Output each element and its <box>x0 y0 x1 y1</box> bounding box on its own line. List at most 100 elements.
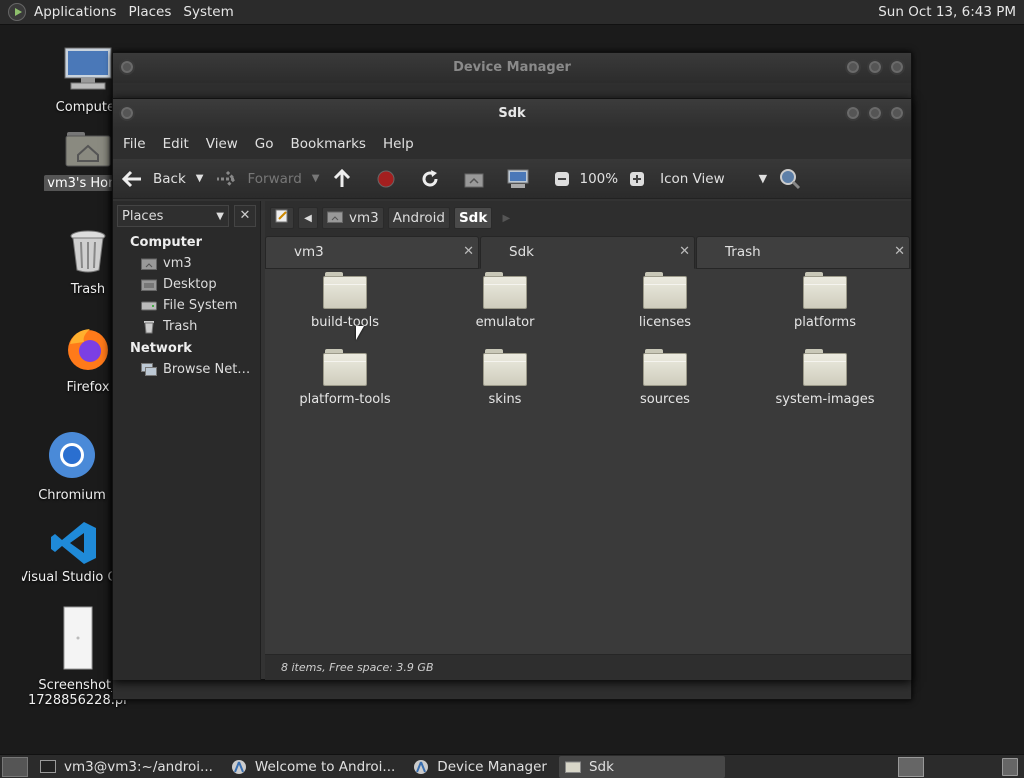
minimize-button[interactable] <box>845 105 861 121</box>
search-button[interactable] <box>779 163 811 195</box>
path-segment-sdk[interactable]: Sdk <box>453 207 493 229</box>
taskbar-item-label: Sdk <box>588 758 614 775</box>
taskbar-item-welcome[interactable]: Welcome to Androi... <box>225 756 401 778</box>
file-item[interactable]: platform-tools <box>270 348 420 407</box>
tab-trash[interactable]: Trash ✕ <box>696 236 910 269</box>
toggle-location-entry-button[interactable] <box>270 207 294 229</box>
trash-icon <box>141 320 157 334</box>
edit-location-icon <box>275 209 289 227</box>
home-button[interactable] <box>463 163 495 195</box>
back-history-dropdown-icon[interactable]: ▼ <box>196 173 204 184</box>
maximize-button[interactable] <box>867 105 883 121</box>
file-item[interactable]: build-tools <box>270 271 420 330</box>
file-manager-window[interactable]: Sdk File Edit View Go Bookmarks Help Bac… <box>112 98 912 680</box>
close-button[interactable] <box>889 105 905 121</box>
device-manager-titlebar[interactable]: Device Manager <box>113 53 911 83</box>
trash-applet-icon[interactable] <box>1002 758 1018 776</box>
menu-go[interactable]: Go <box>249 136 280 152</box>
tab-sdk[interactable]: Sdk ✕ <box>480 236 695 269</box>
menu-help[interactable]: Help <box>377 136 420 152</box>
vscode-icon <box>51 522 96 564</box>
close-tab-icon[interactable]: ✕ <box>679 237 690 267</box>
close-icon: ✕ <box>239 208 251 223</box>
file-item[interactable]: skins <box>430 348 580 407</box>
file-manager-titlebar[interactable]: Sdk <box>113 99 911 129</box>
taskbar-item-label: Welcome to Androi... <box>254 758 396 775</box>
show-desktop-icon[interactable] <box>2 756 28 777</box>
tab-label: Trash <box>725 244 761 260</box>
close-tab-icon[interactable]: ✕ <box>463 237 474 267</box>
path-scroll-right-button[interactable]: ▶ <box>496 207 516 229</box>
reload-button[interactable] <box>419 163 451 195</box>
forward-history-dropdown-icon[interactable]: ▼ <box>312 173 320 184</box>
file-item-label: skins <box>488 392 522 407</box>
workspace-switcher[interactable] <box>898 757 924 777</box>
drive-icon <box>141 299 157 313</box>
desktop-icon-vscode[interactable]: Visual Studio Code <box>22 520 122 585</box>
folder-icon <box>643 348 687 386</box>
file-item[interactable]: system-images <box>750 348 900 407</box>
menu-bar: File Edit View Go Bookmarks Help <box>113 129 911 159</box>
menu-bookmarks[interactable]: Bookmarks <box>285 136 372 152</box>
path-segment-android[interactable]: Android <box>387 207 450 229</box>
close-button[interactable] <box>889 59 905 75</box>
up-arrow-icon <box>331 168 353 190</box>
sidebar-item-file-system[interactable]: File System <box>113 295 260 316</box>
close-tab-icon[interactable]: ✕ <box>894 237 905 267</box>
zoom-in-icon[interactable] <box>626 168 648 190</box>
taskbar-item-terminal[interactable]: vm3@vm3:~/androi... <box>34 756 219 778</box>
system-menu[interactable]: System <box>177 4 239 20</box>
side-section-network: Network <box>130 341 192 356</box>
taskbar-item-sdk[interactable]: Sdk <box>558 755 725 778</box>
path-segment-vm3[interactable]: vm3 <box>322 207 384 229</box>
sidebar-item-label: Trash <box>163 319 198 334</box>
forward-button[interactable]: Forward ▼ <box>215 163 319 195</box>
path-scroll-left-button[interactable]: ◀ <box>298 207 318 229</box>
places-menu[interactable]: Places <box>122 4 177 20</box>
distro-logo-icon[interactable] <box>8 3 26 21</box>
view-mode-select[interactable]: Icon View ▼ <box>660 163 767 195</box>
minimize-button[interactable] <box>845 59 861 75</box>
taskbar-item-device-manager[interactable]: Device Manager <box>407 756 553 778</box>
desktop-icon-chromium[interactable]: Chromium <box>22 430 122 503</box>
close-side-pane-button[interactable]: ✕ <box>234 205 256 227</box>
side-pane-selector[interactable]: Places ▼ <box>117 205 229 227</box>
sidebar-item-desktop[interactable]: Desktop <box>113 274 260 295</box>
file-item[interactable]: emulator <box>430 271 580 330</box>
stop-button[interactable] <box>375 163 407 195</box>
file-item[interactable]: sources <box>590 348 740 407</box>
sidebar-item-trash[interactable]: Trash <box>113 316 260 337</box>
menu-view[interactable]: View <box>200 136 244 152</box>
maximize-button[interactable] <box>867 59 883 75</box>
window-menu-button[interactable] <box>119 59 135 75</box>
network-icon <box>141 363 157 377</box>
firefox-icon <box>68 329 108 370</box>
desktop-icon-label: Visual Studio Code <box>22 570 122 585</box>
tab-vm3[interactable]: vm3 ✕ <box>265 236 479 269</box>
chevron-right-icon: ▶ <box>502 212 511 224</box>
up-button[interactable] <box>331 163 363 195</box>
reload-icon <box>419 168 441 190</box>
window-menu-button[interactable] <box>119 105 135 121</box>
folder-icon <box>564 760 581 774</box>
desktop-icon-label: Chromium <box>38 488 106 503</box>
sidebar-item-vm3[interactable]: vm3 <box>113 253 260 274</box>
zoom-level[interactable]: 100% <box>579 171 618 187</box>
file-item-label: build-tools <box>310 315 380 330</box>
clock[interactable]: Sun Oct 13, 6:43 PM <box>878 4 1016 20</box>
trash-icon <box>70 230 106 273</box>
forward-label: Forward <box>247 170 302 187</box>
menu-edit[interactable]: Edit <box>157 136 195 152</box>
computer-button[interactable] <box>507 163 539 195</box>
back-button[interactable]: Back ▼ <box>121 163 203 195</box>
bottom-panel: vm3@vm3:~/androi... Welcome to Androi...… <box>0 754 1024 778</box>
applications-menu[interactable]: Applications <box>28 4 122 20</box>
android-studio-icon <box>413 759 429 774</box>
menu-file[interactable]: File <box>117 136 152 152</box>
top-panel: Applications Places System Sun Oct 13, 6… <box>0 0 1024 25</box>
sidebar-item-browse-network[interactable]: Browse Net… <box>113 359 260 380</box>
file-item[interactable]: licenses <box>590 271 740 330</box>
zoom-out-icon[interactable] <box>551 168 573 190</box>
tab-label: vm3 <box>294 244 324 260</box>
file-item[interactable]: platforms <box>750 271 900 330</box>
